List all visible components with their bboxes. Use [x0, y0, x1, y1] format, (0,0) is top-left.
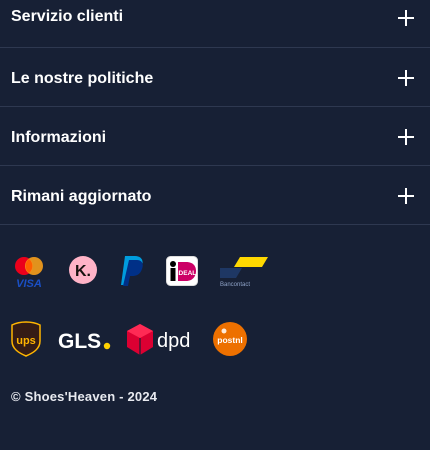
ideal-logo: iDEAL — [166, 256, 198, 286]
dpd-text: dpd — [157, 330, 190, 352]
copyright-text: © Shoes'Heaven - 2024 — [11, 389, 158, 404]
accordion-item-rimani-aggiornato[interactable]: Rimani aggiornato — [0, 166, 430, 225]
gls-logo: GLS — [58, 328, 112, 353]
plus-icon[interactable] — [398, 10, 414, 26]
ideal-text: iDEAL — [177, 270, 197, 277]
gls-text: GLS — [58, 330, 101, 352]
bancontact-text: Bancontact — [220, 282, 250, 288]
site-footer: Servizio clienti Le nostre politiche Inf… — [0, 0, 430, 450]
visa-text: VISA — [16, 278, 42, 290]
ups-text: ups — [16, 335, 36, 347]
bancontact-logo: Bancontact — [218, 256, 270, 288]
postnl-text: postnl — [217, 335, 243, 345]
klarna-logo: K. — [68, 255, 98, 285]
mastercard-visa-logo: VISA — [12, 254, 48, 290]
accordion-item-servizio-clienti[interactable]: Servizio clienti — [0, 0, 430, 48]
ups-logo: ups — [11, 321, 41, 357]
plus-icon[interactable] — [398, 70, 414, 86]
accordion-label: Le nostre politiche — [11, 70, 154, 87]
accordion-label: Rimani aggiornato — [11, 188, 152, 205]
klarna-text: K. — [75, 263, 91, 280]
plus-icon[interactable] — [398, 188, 414, 204]
dpd-logo: dpd — [126, 323, 192, 357]
plus-icon[interactable] — [398, 129, 414, 145]
paypal-logo — [120, 255, 146, 287]
accordion-item-le-nostre-politiche[interactable]: Le nostre politiche — [0, 48, 430, 107]
accordion-label: Servizio clienti — [11, 8, 124, 25]
accordion-label: Informazioni — [11, 129, 107, 146]
postnl-logo: postnl — [212, 321, 248, 357]
accordion-item-informazioni[interactable]: Informazioni — [0, 107, 430, 166]
